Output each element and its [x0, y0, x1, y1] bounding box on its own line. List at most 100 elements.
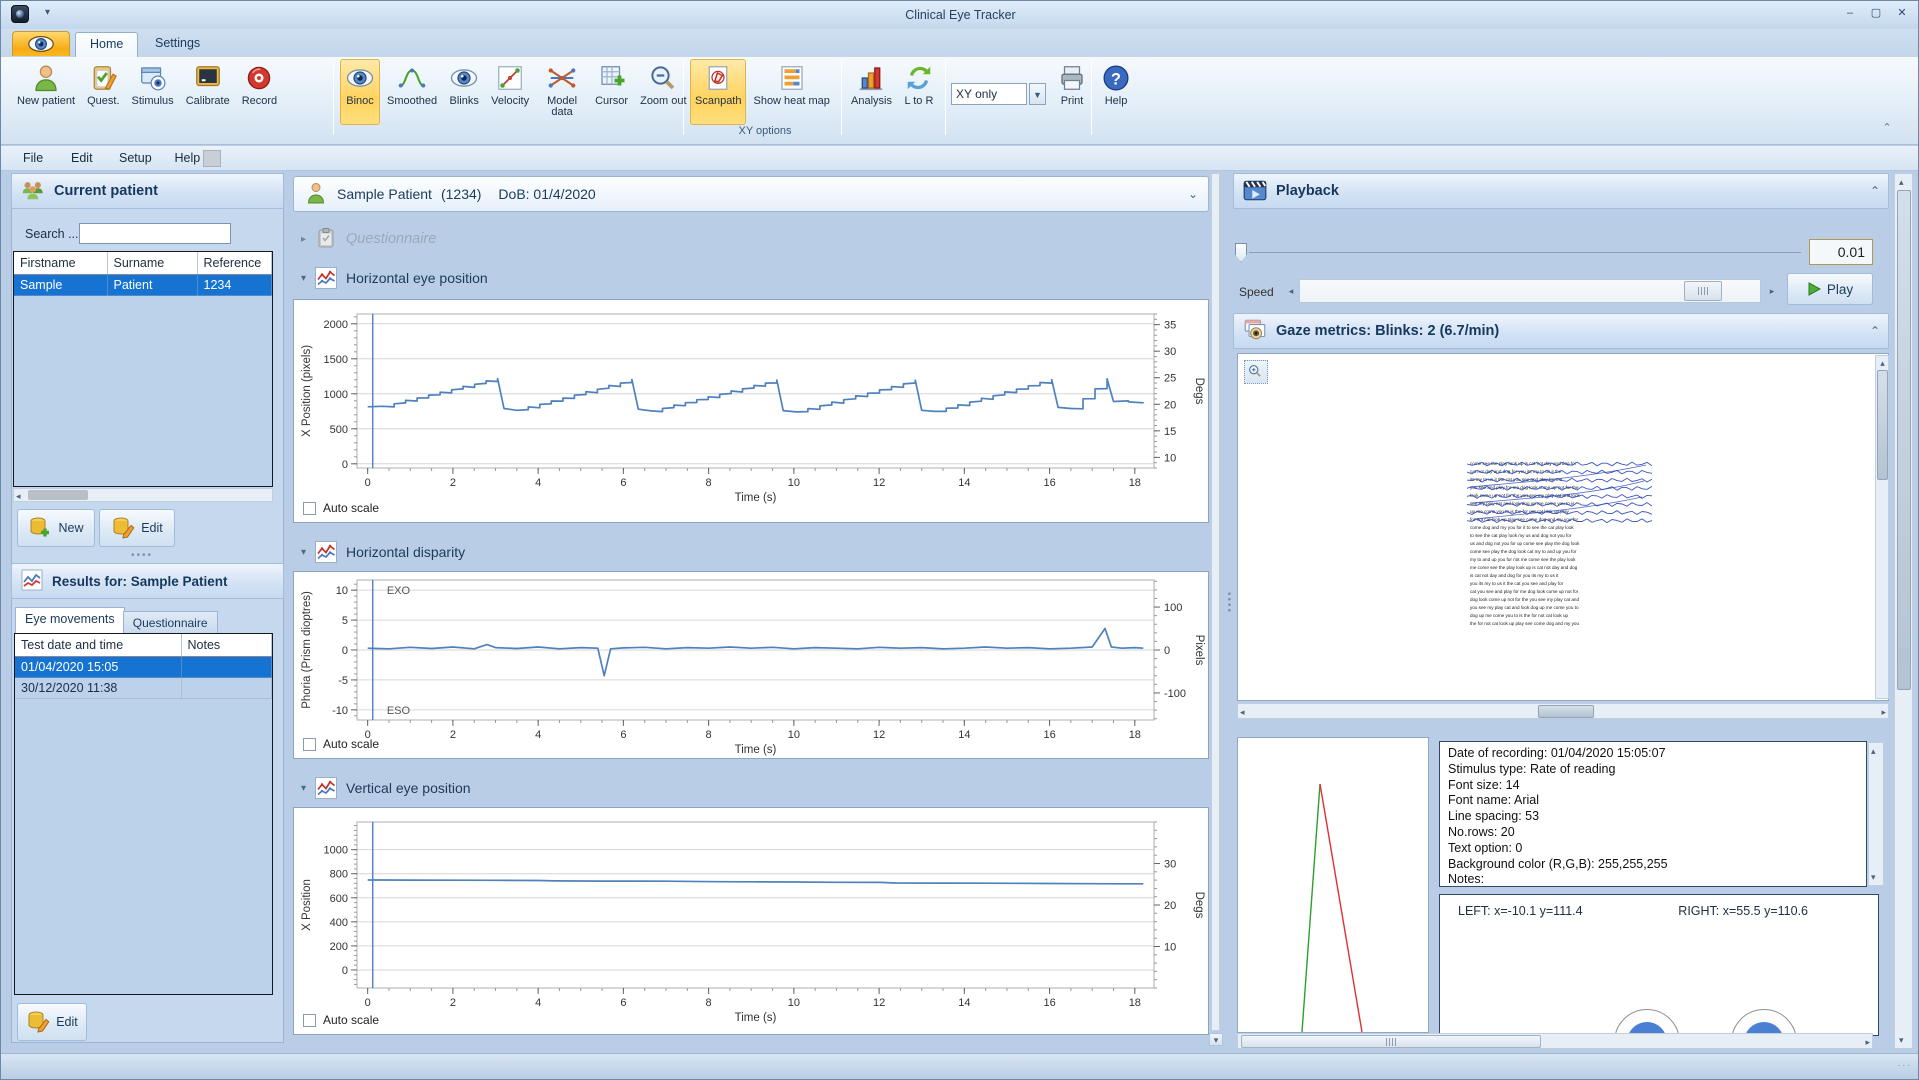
play-button[interactable]: Play	[1787, 273, 1873, 305]
auto-scale-checkbox[interactable]: Auto scale	[303, 737, 379, 751]
tab-settings[interactable]: Settings	[141, 32, 214, 57]
section-header-horizontal-eye-position[interactable]: ▾Horizontal eye position	[301, 263, 1201, 293]
record-button[interactable]: Record	[237, 59, 282, 121]
panel-splitter[interactable]: ••••	[131, 554, 153, 558]
scroll-down-icon[interactable]: ▾	[1899, 1034, 1904, 1046]
close-button[interactable]: ✕	[1891, 6, 1913, 21]
column-header[interactable]: Reference	[197, 252, 272, 275]
section-header-horizontal-disparity[interactable]: ▾Horizontal disparity	[301, 537, 1201, 567]
xy-options-dropdown[interactable]: XY only	[951, 83, 1027, 105]
stimulus-button[interactable]: Stimulus	[127, 59, 179, 121]
zoom-out-button[interactable]: Zoom out	[635, 59, 691, 121]
scroll-left-icon[interactable]: ◂	[1240, 706, 1245, 718]
menu-help[interactable]: Help	[169, 149, 207, 167]
cursor-button[interactable]: Cursor	[590, 59, 633, 121]
zoom-in-button[interactable]	[1244, 360, 1268, 384]
window-vscrollbar[interactable]: ▴ ▾	[1894, 173, 1913, 1049]
patient-info-bar[interactable]: Sample Patient (1234) DoB: 01/4/2020 ⌄	[293, 176, 1209, 212]
scrollbar-thumb[interactable]	[1538, 705, 1594, 718]
scanpath-hscrollbar[interactable]: ◂ ▸	[1237, 703, 1889, 719]
calibrate-button[interactable]: Calibrate	[181, 59, 235, 121]
scrollbar-thumb[interactable]	[1241, 1035, 1541, 1048]
column-splitter[interactable]: ••••	[1226, 592, 1230, 614]
chevron-down-icon[interactable]: ▾	[301, 273, 306, 284]
scroll-up-icon[interactable]: ▴	[1877, 357, 1888, 369]
search-input[interactable]	[79, 223, 231, 244]
playback-header[interactable]: Playback ⌃	[1233, 173, 1889, 209]
analysis-button[interactable]: Analysis	[846, 59, 897, 121]
application-eye-button[interactable]	[12, 31, 70, 56]
gaze-metrics-header[interactable]: Gaze metrics: Blinks: 2 (6.7/min) ⌃	[1233, 313, 1889, 349]
new-patient-button[interactable]: New	[17, 509, 95, 547]
column-header[interactable]: Firstname	[14, 252, 107, 275]
collapse-up-icon[interactable]: ⌃	[1870, 324, 1880, 338]
checkbox[interactable]	[303, 738, 316, 751]
checkbox[interactable]	[303, 502, 316, 515]
maximize-button[interactable]: ▢	[1865, 6, 1887, 21]
auto-scale-checkbox[interactable]: Auto scale	[303, 501, 379, 515]
help-button[interactable]: ?Help	[1096, 59, 1136, 121]
velocity-button[interactable]: Velocity	[486, 59, 534, 121]
tab-home[interactable]: Home	[75, 32, 138, 57]
minimize-button[interactable]: –	[1839, 6, 1861, 21]
model-data-button[interactable]: Model data	[536, 59, 588, 121]
scroll-right-icon[interactable]: ▸	[1865, 1036, 1870, 1048]
patients-hscrollbar[interactable]: ◂	[13, 488, 273, 502]
table-row[interactable]: 01/04/2020 15:05	[15, 657, 272, 678]
checkbox[interactable]	[303, 1014, 316, 1027]
scanpath-button[interactable]: Scanpath	[690, 59, 746, 125]
center-vscrollbar[interactable]	[1211, 173, 1220, 1031]
scroll-left-icon[interactable]: ◂	[16, 490, 21, 502]
collapse-up-icon[interactable]: ⌃	[1870, 184, 1880, 198]
section-header-vertical-eye-position[interactable]: ▾Vertical eye position	[301, 773, 1201, 803]
table-row[interactable]: 30/12/2020 11:38	[15, 678, 272, 699]
patients-table[interactable]: FirstnameSurnameReferenceSamplePatient12…	[13, 251, 273, 487]
binoc-button[interactable]: Binoc	[340, 59, 380, 125]
scrollbar-thumb[interactable]	[28, 490, 88, 500]
new-patient-button[interactable]: New patient	[12, 59, 80, 121]
show-heat-map-button[interactable]: Show heat map	[748, 59, 834, 121]
edit-result-button[interactable]: Edit	[17, 1003, 87, 1041]
scrollbar-thumb[interactable]	[1877, 370, 1888, 480]
print-button[interactable]: Print	[1052, 59, 1092, 121]
column-header[interactable]: Test date and time	[15, 634, 181, 657]
scroll-up-icon[interactable]: ▴	[1871, 745, 1876, 757]
chevron-down-icon[interactable]: ▾	[301, 783, 306, 794]
results-table[interactable]: Test date and timeNotes01/04/2020 15:05 …	[14, 633, 273, 995]
timeline-thumb[interactable]	[1235, 243, 1247, 262]
scroll-right-icon[interactable]: ▸	[1881, 706, 1886, 718]
blinks-button[interactable]: Blinks	[444, 59, 484, 121]
quest--button[interactable]: Quest.	[82, 59, 124, 121]
scroll-down-icon[interactable]: ▾	[1871, 871, 1876, 883]
speed-right-icon[interactable]: ▸	[1765, 281, 1779, 301]
column-header[interactable]: Surname	[107, 252, 197, 275]
chevron-down-icon[interactable]: ▾	[301, 547, 306, 558]
questionnaire-section-collapsed[interactable]: ▸ Questionnaire	[301, 223, 1201, 255]
timeline-track[interactable]	[1249, 252, 1801, 253]
ribbon-collapse-icon[interactable]: ⌃	[1877, 121, 1897, 137]
menu-file[interactable]: File	[17, 149, 49, 167]
bottom-hscrollbar[interactable]: ▸	[1237, 1033, 1873, 1049]
tab-questionnaire[interactable]: Questionnaire	[123, 611, 218, 633]
edit-patient-button[interactable]: Edit	[99, 509, 175, 547]
scroll-up-icon[interactable]: ▴	[1899, 176, 1904, 188]
speed-left-icon[interactable]: ◂	[1284, 281, 1298, 301]
resize-grip[interactable]: ∙∙∙	[1898, 1064, 1912, 1068]
scanpath-view[interactable]: come see the play look up is cat not day…	[1237, 353, 1889, 701]
chevron-down-icon[interactable]: ⌄	[1188, 187, 1198, 201]
smoothed-button[interactable]: Smoothed	[382, 59, 442, 121]
auto-scale-checkbox[interactable]: Auto scale	[303, 1013, 379, 1027]
l-to-r-button[interactable]: L to R	[899, 59, 939, 121]
dropdown-arrow-icon[interactable]: ▼	[1029, 83, 1046, 105]
scroll-down-icon[interactable]: ▾	[1209, 1033, 1223, 1046]
menu-setup[interactable]: Setup	[113, 149, 158, 167]
info-vscrollbar[interactable]: ▴ ▾	[1868, 742, 1884, 886]
scanpath-vscrollbar[interactable]: ▴	[1875, 355, 1889, 699]
chevron-right-icon[interactable]: ▸	[301, 234, 306, 245]
column-header[interactable]: Notes	[181, 634, 272, 657]
speed-slider-thumb[interactable]	[1684, 281, 1722, 301]
scrollbar-thumb[interactable]	[1897, 190, 1911, 690]
tab-eye-movements[interactable]: Eye movements	[15, 607, 125, 633]
table-row[interactable]: SamplePatient1234	[14, 275, 272, 296]
menu-edit[interactable]: Edit	[65, 149, 99, 167]
